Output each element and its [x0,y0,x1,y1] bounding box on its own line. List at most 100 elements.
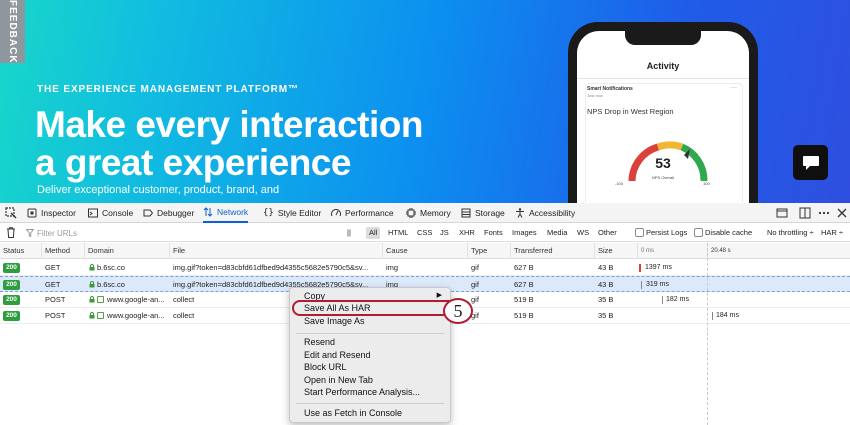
gauge-caption: NPS Overall [651,175,674,180]
menu-item-start-performance[interactable]: Start Performance Analysis... [290,386,450,398]
filter-js[interactable]: JS [437,227,452,239]
filter-ws[interactable]: WS [574,227,592,239]
gauge-max-label: 100 [703,181,710,186]
menu-item-open-new-tab[interactable]: Open in New Tab [290,374,450,386]
table-row[interactable]: 200 GET b.6sc.co img.gif?token=d83cbfd61… [0,260,850,276]
menu-separator [296,403,444,404]
tab-network[interactable]: Network [203,203,249,223]
persist-logs-checkbox[interactable] [635,228,644,237]
menu-item-block-url[interactable]: Block URL [290,361,450,373]
type-cell: gif [471,263,479,272]
column-transferred[interactable]: Transferred [511,243,595,259]
tab-style-editor[interactable]: {} Style Editor [263,203,321,223]
gauge-value: 53 [655,155,671,171]
notification-time: Just now [587,93,603,98]
domain-text: b.6sc.co [97,263,125,272]
waterfall-bar [641,281,642,289]
memory-icon [406,208,416,218]
domain-cell: www.google-an... [89,292,169,308]
network-filter-bar: || All HTML CSS JS XHR Fonts Images Medi… [0,224,850,242]
filter-images[interactable]: Images [509,227,540,239]
hero-headline-line-1: Make every interaction [35,104,423,145]
throttling-select[interactable]: No throttling ÷ [767,227,814,239]
console-icon [88,208,98,218]
tab-debugger[interactable]: Debugger [143,203,194,223]
submenu-arrow-icon: ▶ [436,292,442,299]
column-size[interactable]: Size [595,243,638,259]
filter-xhr[interactable]: XHR [456,227,478,239]
filter-media[interactable]: Media [544,227,570,239]
filter-urls-input[interactable] [37,227,337,239]
tab-console[interactable]: Console [88,203,133,223]
more-options-icon[interactable] [818,207,830,219]
method-cell: POST [45,295,66,304]
dock-options-icon[interactable] [799,207,811,219]
menu-item-label: Copy [304,291,326,301]
trash-icon[interactable] [6,227,16,238]
tab-label: Storage [475,208,505,218]
menu-item-save-image[interactable]: Save Image As [290,315,450,327]
column-status[interactable]: Status [0,243,42,259]
menu-item-resend[interactable]: Resend [290,336,450,348]
hero-tagline: THE EXPERIENCE MANAGEMENT PLATFORM™ [37,84,299,95]
tab-label: Debugger [157,208,195,218]
hero-banner: FEEDBACK THE EXPERIENCE MANAGEMENT PLATF… [0,0,850,203]
disable-cache-label: Disable cache [705,228,753,237]
menu-item-edit-resend[interactable]: Edit and Resend [290,349,450,361]
pick-element-icon[interactable] [5,207,17,219]
status-badge: 200 [3,295,20,305]
lock-icon [89,296,95,303]
har-menu-button[interactable]: HAR ÷ [821,227,843,239]
menu-item-save-all-har[interactable]: Save All As HAR [290,302,450,314]
timing-cell: 1397 ms [645,264,672,271]
menu-item-use-as-fetch[interactable]: Use as Fetch in Console [290,407,450,419]
phone-mockup: Activity Smart Notifications Just now ··… [568,22,758,203]
tab-label: Network [217,207,249,217]
hero-subline: Deliver exceptional customer, product, b… [37,184,280,196]
lock-icon [89,264,95,271]
phone-notch [625,31,701,45]
filter-html[interactable]: HTML [385,227,411,239]
phone-title: Activity [646,61,680,71]
pause-recording-button[interactable]: || [344,227,354,239]
domain-cell: b.6sc.co [89,260,169,276]
notification-heading: NPS Drop in West Region [587,107,674,116]
devtools-tabbar: Inspector Console Debugger Network {} St… [0,203,850,223]
waterfall-bar [712,312,713,320]
menu-item-copy[interactable]: Copy ▶ [290,290,450,302]
column-domain[interactable]: Domain [85,243,170,259]
filter-css[interactable]: CSS [414,227,435,239]
notification-title: Smart Notifications [587,86,633,92]
feedback-tab[interactable]: FEEDBACK [0,0,25,63]
tab-storage[interactable]: Storage [461,203,505,223]
column-file[interactable]: File [170,243,383,259]
disable-cache-checkbox[interactable] [694,228,703,237]
performance-icon [331,209,341,217]
column-method[interactable]: Method [42,243,85,259]
size-cell: 35 B [598,295,614,304]
close-icon[interactable] [836,207,848,219]
responsive-design-icon[interactable] [776,207,788,219]
filter-all[interactable]: All [366,227,381,239]
tab-performance[interactable]: Performance [331,203,394,223]
tab-inspector[interactable]: Inspector [27,203,76,223]
method-cell: POST [45,311,66,320]
tab-label: Memory [420,208,451,218]
filter-fonts[interactable]: Fonts [481,227,506,239]
accessibility-icon [516,208,524,218]
chat-button[interactable] [793,145,828,180]
tab-label: Style Editor [277,208,322,218]
tracker-page-icon [97,312,104,319]
network-icon [203,207,213,217]
timing-cell: 319 ms [646,281,669,288]
column-type[interactable]: Type [468,243,511,259]
more-dots-icon: ··· [731,85,737,91]
tab-memory[interactable]: Memory [406,203,451,223]
context-menu: Copy ▶ Save All As HAR Save Image As Res… [289,287,451,423]
status-badge: 200 [3,263,20,273]
filter-other[interactable]: Other [595,227,620,239]
tab-accessibility[interactable]: Accessibility [515,203,575,223]
gauge-min-label: -100 [615,181,624,186]
lock-icon [89,312,95,319]
column-cause[interactable]: Cause [383,243,468,259]
